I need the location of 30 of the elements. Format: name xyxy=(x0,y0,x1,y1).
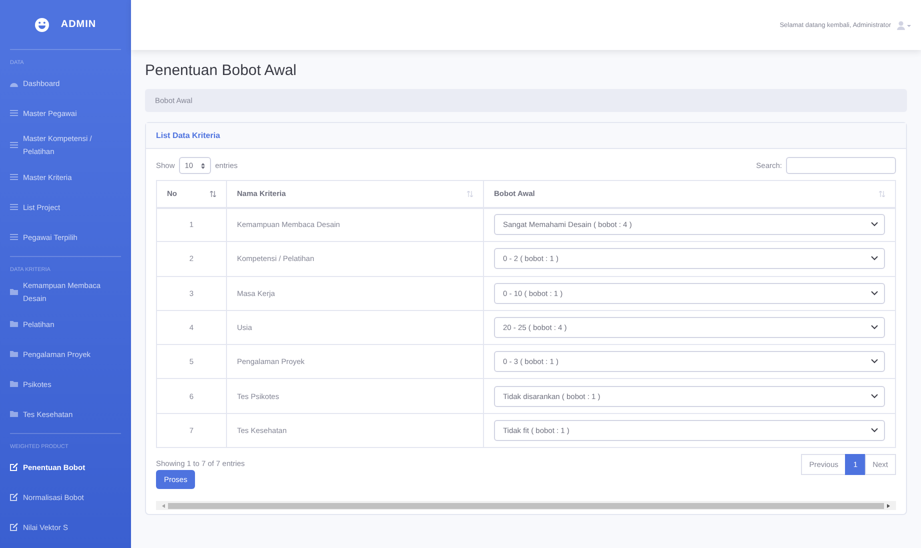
chevron-down-icon xyxy=(871,325,878,330)
chevron-down-icon xyxy=(871,222,878,228)
list-icon xyxy=(10,142,18,148)
folder-icon xyxy=(10,351,18,357)
chevron-down-icon xyxy=(871,290,878,296)
chevron-down-icon xyxy=(871,394,878,399)
chevron-down-icon xyxy=(871,256,878,262)
search-field[interactable] xyxy=(786,157,896,174)
edit-icon xyxy=(10,463,18,471)
brand-name: ADMIN xyxy=(60,19,96,30)
list-icon xyxy=(10,110,18,116)
list-icon xyxy=(10,204,18,210)
folder-icon xyxy=(10,411,18,417)
up-down-caret-icon xyxy=(201,162,206,168)
folder-icon xyxy=(10,289,18,295)
list-icon xyxy=(10,234,18,240)
horizontal-scrollbar[interactable] xyxy=(156,501,896,510)
chevron-down-icon xyxy=(871,428,878,433)
list-icon xyxy=(10,174,18,180)
user-menu-icon[interactable] xyxy=(897,20,911,30)
scroll-right-icon[interactable] xyxy=(887,504,890,508)
chevron-down-icon xyxy=(871,359,878,364)
card-title: List Data Kriteria xyxy=(146,123,906,149)
folder-icon xyxy=(10,381,18,387)
scroll-left-icon[interactable] xyxy=(162,504,165,508)
laughing-face-icon xyxy=(34,18,49,32)
edit-icon xyxy=(10,523,18,531)
page-title: Penentuan Bobot Awal xyxy=(145,62,298,79)
edit-icon xyxy=(10,493,18,501)
folder-icon xyxy=(10,321,18,327)
